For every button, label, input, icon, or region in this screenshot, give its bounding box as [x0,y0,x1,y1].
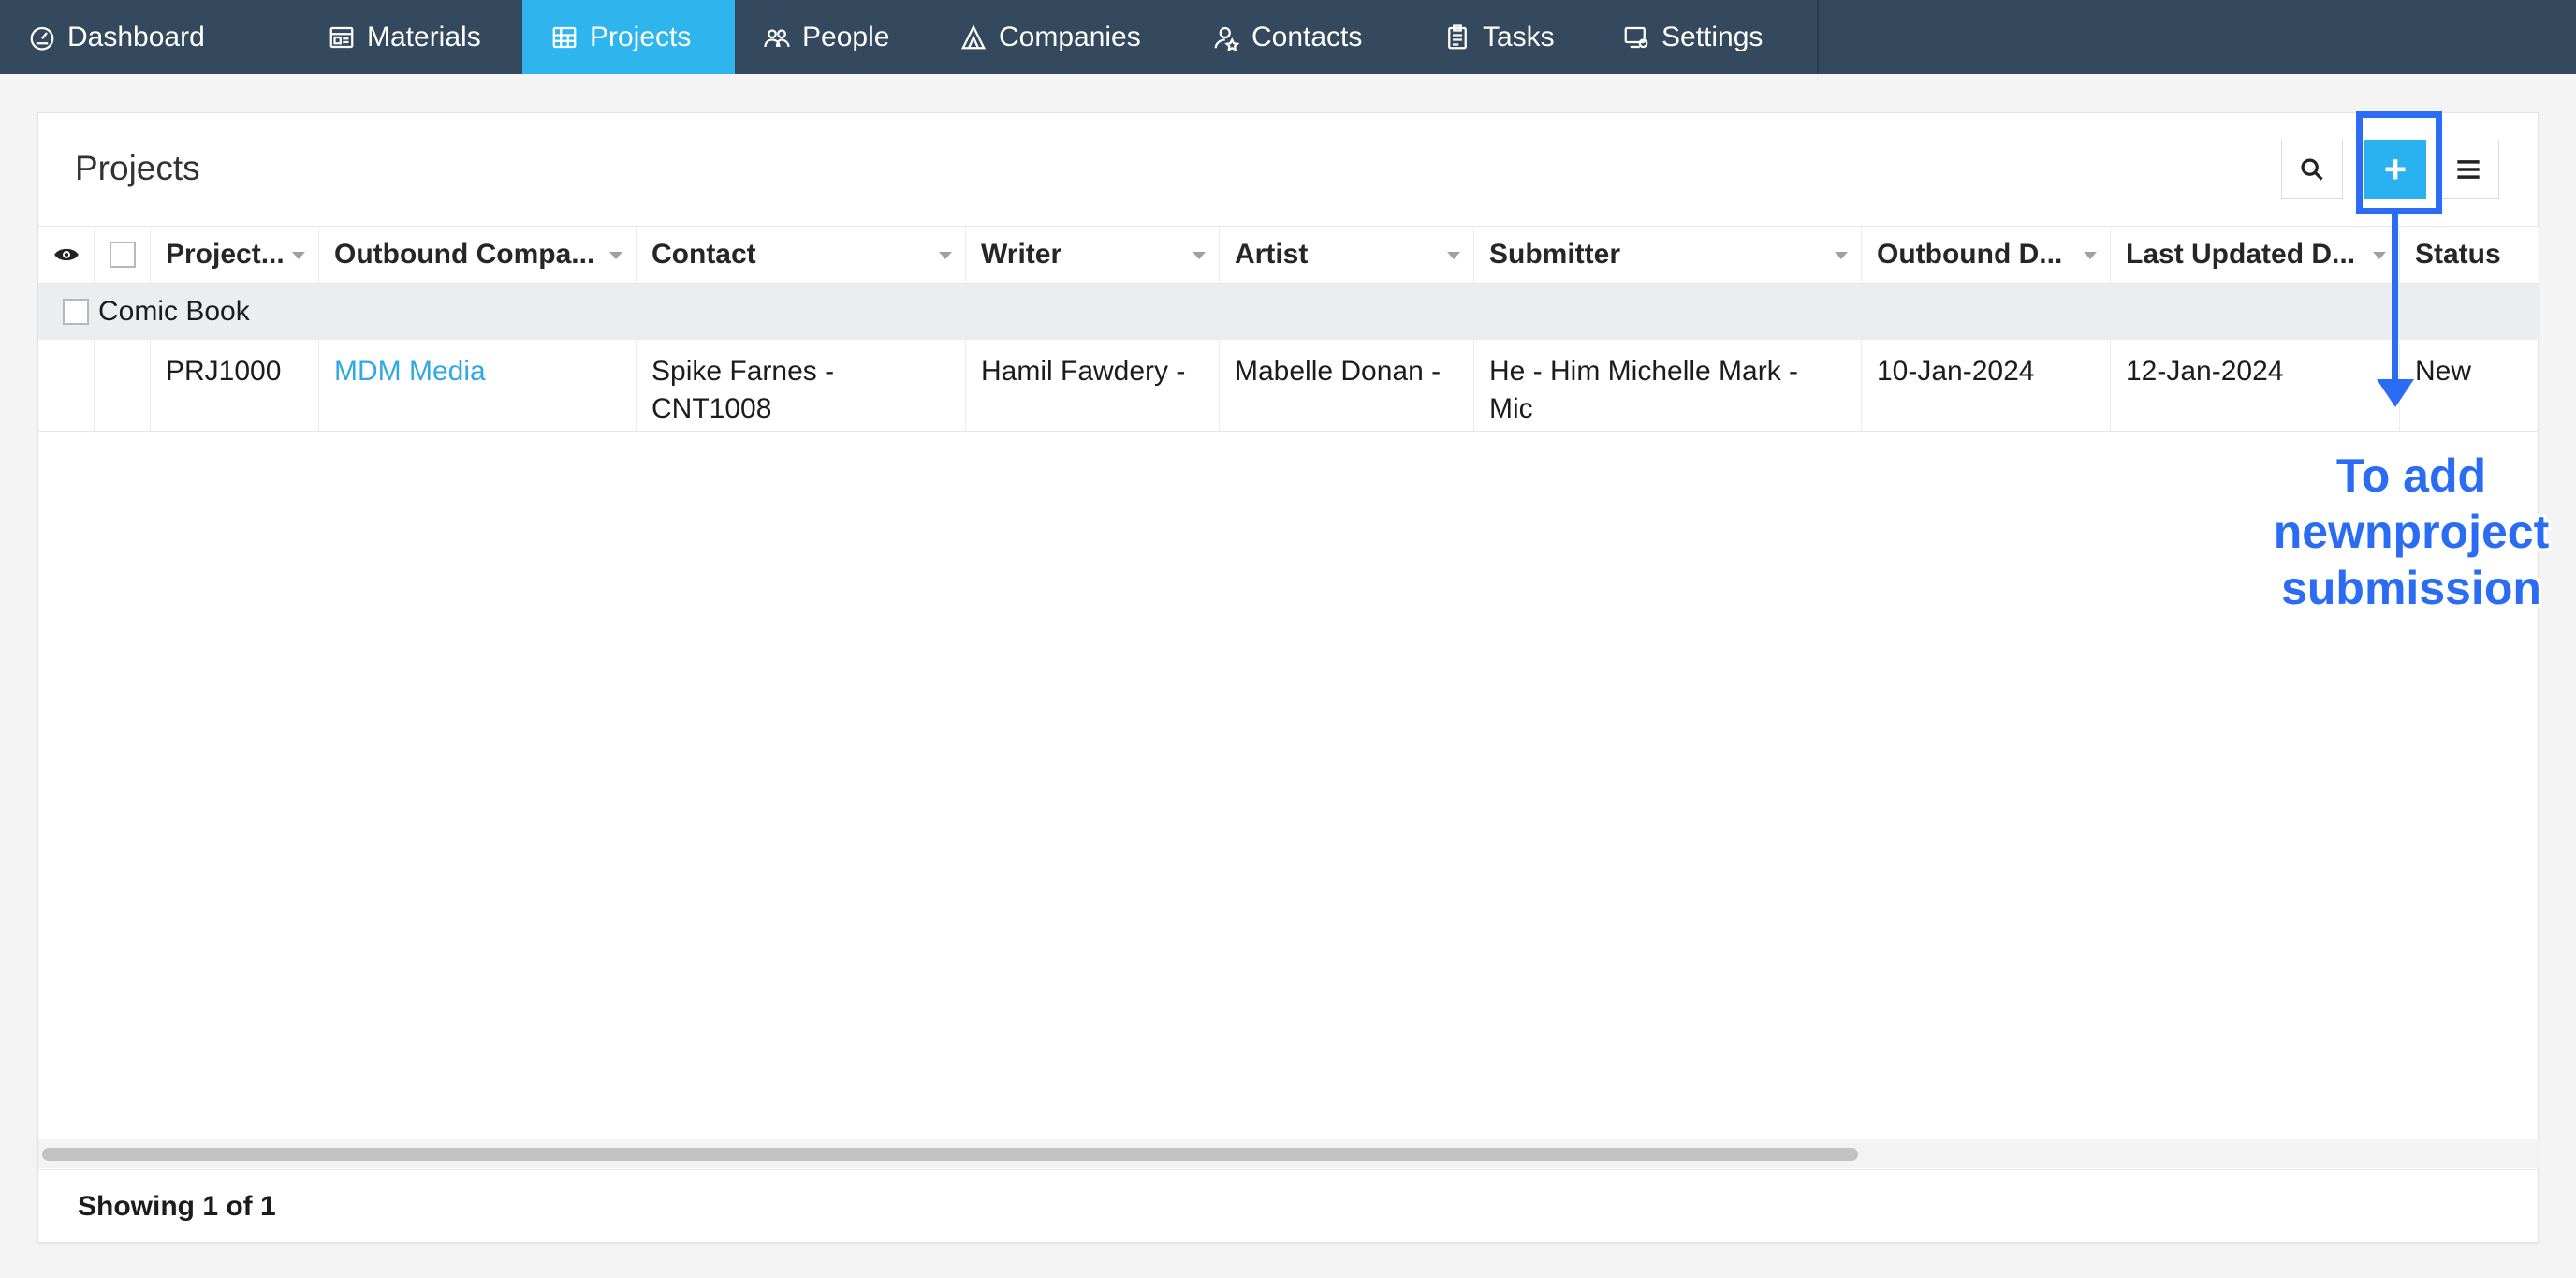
group-checkbox[interactable] [63,299,89,325]
projects-grid-icon [552,26,577,48]
column-header-writer[interactable]: Writer [966,227,1220,283]
nav-projects[interactable]: Projects [522,0,735,74]
sort-arrow-icon[interactable] [939,252,952,259]
sort-arrow-icon[interactable] [1193,252,1206,259]
people-icon [764,28,790,47]
cell-outbound-company-link[interactable]: MDM Media [319,340,637,432]
column-label: Project... [166,239,285,270]
sort-arrow-icon[interactable] [2084,252,2097,259]
nav-label: Contacts [1251,21,1363,52]
column-label: Writer [981,239,1062,270]
grid-footer: Showing 1 of 1 [38,1169,2539,1244]
cell-status: New [2415,356,2472,387]
eye-icon [53,248,79,261]
column-header-artist[interactable]: Artist [1220,227,1474,283]
cell-submitter: He - Him Michelle Mark - Mic [1474,340,1862,432]
options-menu-button[interactable] [2437,140,2499,199]
column-header-outbound-company[interactable]: Outbound Compa... [319,227,637,283]
row-select-cell[interactable] [95,340,151,432]
row-visibility-cell [38,340,95,432]
nav-companies[interactable]: Companies [931,0,1184,74]
column-label: Outbound Compa... [334,239,595,270]
nav-tasks[interactable]: Tasks [1415,0,1594,74]
search-icon [2301,158,2323,181]
column-header-outbound-date[interactable]: Outbound D... [1862,227,2111,283]
column-label: Submitter [1489,239,1621,270]
cell-last-updated: 12-Jan-2024 [2111,340,2400,432]
tasks-clipboard-icon [1448,23,1467,49]
sort-arrow-icon[interactable] [1447,252,1460,259]
settings-icon [1624,26,1648,48]
column-header-contact[interactable]: Contact [637,227,966,283]
materials-card-icon [329,26,354,48]
nav-contacts[interactable]: Contacts [1184,0,1415,74]
cell-outbound-date: 10-Jan-2024 [1862,340,2111,432]
top-nav: Dashboard Materials Projects People Comp… [0,0,2576,74]
cell-contact: Spike Farnes - CNT1008 [637,340,966,432]
nav-settings[interactable]: Settings [1594,0,1817,74]
nav-divider [1817,0,1819,74]
nav-label: Projects [590,21,692,52]
sort-arrow-icon[interactable] [292,252,305,259]
search-button[interactable] [2281,140,2343,199]
cell-project: PRJ1000 [151,340,319,432]
nav-materials[interactable]: Materials [300,0,522,74]
nav-label: Companies [999,21,1141,52]
group-label: Comic Book [98,296,250,327]
column-header-status[interactable]: Status [2400,227,2539,283]
sort-arrow-icon[interactable] [609,252,622,259]
column-label: Last Updated D... [2126,239,2356,270]
column-label: Status [2415,239,2501,270]
contacts-icon [1214,26,1240,51]
select-all-column [95,227,151,283]
nav-dashboard[interactable]: Dashboard [0,0,300,74]
nav-label: Dashboard [67,21,205,52]
cell-artist: Mabelle Donan - [1220,340,1474,432]
nav-label: Materials [367,21,481,52]
record-count: Showing 1 of 1 [78,1191,276,1222]
projects-panel: Projects + Project... Outbound Compa... … [37,112,2539,1243]
column-label: Contact [651,239,756,270]
horizontal-scrollbar[interactable] [38,1139,2539,1168]
column-label: Outbound D... [1877,239,2063,270]
annotation-arrow-head-icon [2377,379,2414,407]
nav-label: Settings [1661,21,1764,52]
dashboard-gauge-icon [30,26,54,51]
visibility-column[interactable] [38,227,95,283]
group-row[interactable]: Comic Book [38,284,2539,340]
annotation-highlight-box [2356,111,2442,214]
page-title: Projects [75,149,200,187]
column-label: Artist [1235,239,1309,270]
column-header-project[interactable]: Project... [151,227,319,283]
sort-arrow-icon[interactable] [2373,252,2386,259]
grid-header: Project... Outbound Compa... Contact Wri… [38,226,2539,284]
sort-arrow-icon[interactable] [1835,252,1848,259]
annotation-text: To add newnproject submission [2273,449,2550,614]
column-header-submitter[interactable]: Submitter [1474,227,1862,283]
annotation-arrow-line [2392,214,2398,381]
nav-label: Tasks [1483,21,1555,52]
nav-people[interactable]: People [735,0,931,74]
nav-label: People [802,21,890,52]
cell-writer: Hamil Fawdery - [966,340,1220,432]
column-header-last-updated[interactable]: Last Updated D... [2111,227,2400,283]
hamburger-menu-icon [2457,160,2480,179]
scrollbar-thumb[interactable] [42,1148,1858,1161]
companies-icon [960,23,987,49]
table-row[interactable]: PRJ1000 MDM Media Spike Farnes - CNT1008… [38,340,2539,432]
select-all-checkbox[interactable] [109,242,136,268]
